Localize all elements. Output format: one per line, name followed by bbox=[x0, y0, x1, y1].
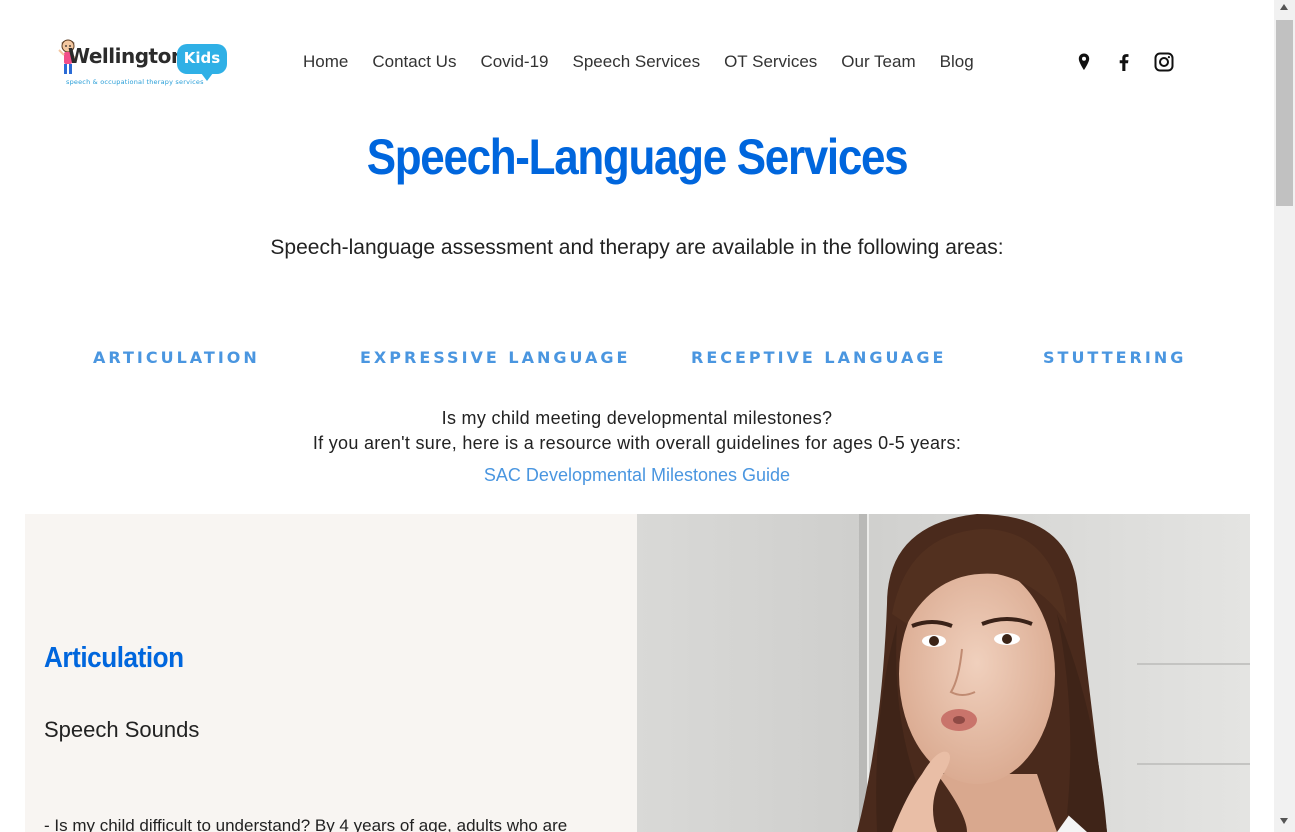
milestone-question: Is my child meeting developmental milest… bbox=[441, 408, 833, 428]
milestone-note: If you aren't sure, here is a resource w… bbox=[312, 433, 962, 453]
logo-wordmark: Wellington bbox=[68, 44, 185, 68]
articulation-title: Articulation bbox=[44, 642, 184, 674]
page-title: Speech-Language Services bbox=[366, 129, 909, 185]
service-areas: Articulation Expressive Language Recepti… bbox=[0, 348, 1274, 372]
map-pin-icon[interactable] bbox=[1072, 50, 1096, 74]
nav-blog[interactable]: Blog bbox=[940, 52, 974, 72]
nav-contact-us[interactable]: Contact Us bbox=[372, 52, 456, 72]
instagram-icon[interactable] bbox=[1152, 50, 1176, 74]
area-expressive-language[interactable]: Expressive Language bbox=[360, 348, 630, 367]
site-logo[interactable]: Wellington Kids speech & occupational th… bbox=[56, 38, 232, 90]
area-articulation[interactable]: Articulation bbox=[93, 348, 260, 367]
woman-thinking-image bbox=[637, 514, 1250, 832]
nav-home[interactable]: Home bbox=[303, 52, 348, 72]
logo-tagline: speech & occupational therapy services bbox=[66, 78, 204, 86]
nav-ot-services[interactable]: OT Services bbox=[724, 52, 817, 72]
nav-our-team[interactable]: Our Team bbox=[841, 52, 915, 72]
scroll-thumb[interactable] bbox=[1276, 20, 1293, 206]
scroll-up-arrow-icon[interactable] bbox=[1280, 4, 1288, 10]
articulation-subtitle: Speech Sounds bbox=[44, 717, 200, 742]
area-receptive-language[interactable]: Receptive Language bbox=[691, 348, 946, 367]
main-nav: Home Contact Us Covid-19 Speech Services… bbox=[291, 50, 986, 74]
scroll-down-arrow-icon[interactable] bbox=[1280, 818, 1288, 824]
facebook-icon[interactable] bbox=[1112, 50, 1136, 74]
milestones-guide-link[interactable]: SAC Developmental Milestones Guide bbox=[0, 465, 1274, 486]
social-bar bbox=[1072, 50, 1176, 74]
logo-kids-bubble: Kids bbox=[177, 44, 227, 81]
page-scrollbar[interactable] bbox=[1274, 0, 1295, 832]
nav-speech-services[interactable]: Speech Services bbox=[573, 52, 701, 72]
intro-text: Speech-language assessment and therapy a… bbox=[270, 236, 1004, 259]
articulation-photo bbox=[637, 514, 1250, 832]
articulation-body: - Is my child difficult to understand? B… bbox=[44, 816, 568, 832]
area-stuttering[interactable]: Stuttering bbox=[1043, 348, 1186, 367]
nav-covid-19[interactable]: Covid-19 bbox=[480, 52, 548, 72]
articulation-panel: Articulation Speech Sounds - Is my child… bbox=[25, 514, 637, 832]
